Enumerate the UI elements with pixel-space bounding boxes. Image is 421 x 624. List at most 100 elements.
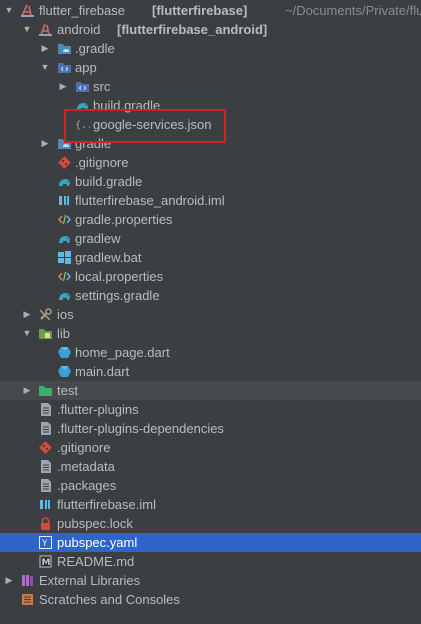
gradle-elephant-icon bbox=[57, 231, 72, 246]
tree-row-external-libraries[interactable]: ▶ External Libraries bbox=[0, 571, 421, 590]
android-name: android bbox=[57, 22, 101, 37]
text-file-icon bbox=[38, 421, 53, 436]
tree-row-pubspec-yaml[interactable]: Y pubspec.yaml bbox=[0, 533, 421, 552]
tree-row-android-gitignore[interactable]: .gitignore bbox=[0, 153, 421, 172]
item-label: home_page.dart bbox=[75, 345, 170, 360]
source-folder-icon bbox=[75, 79, 90, 94]
windows-icon bbox=[57, 250, 72, 265]
project-name: flutter_firebase bbox=[39, 3, 125, 18]
tree-row-gradlew-bat[interactable]: gradlew.bat bbox=[0, 248, 421, 267]
highlight-box bbox=[64, 109, 226, 143]
tree-row-scratches[interactable]: Scratches and Consoles bbox=[0, 590, 421, 609]
tree-row-lib[interactable]: ▼ lib bbox=[0, 324, 421, 343]
tree-row-src[interactable]: ▶ src bbox=[0, 77, 421, 96]
item-label: .flutter-plugins-dependencies bbox=[57, 421, 224, 436]
package-folder-icon bbox=[38, 326, 53, 341]
item-label: .packages bbox=[57, 478, 117, 493]
item-label: main.dart bbox=[75, 364, 130, 379]
tree-row-gradle-dir[interactable]: ▶ .gradle bbox=[0, 39, 421, 58]
properties-file-icon bbox=[57, 212, 72, 227]
yaml-file-icon: Y bbox=[38, 535, 53, 550]
item-label: pubspec.lock bbox=[57, 516, 133, 531]
item-label: .metadata bbox=[57, 459, 115, 474]
item-label: README.md bbox=[57, 554, 135, 569]
collapsed-arrow-icon[interactable]: ▶ bbox=[39, 39, 51, 58]
item-label: build.gradle bbox=[75, 174, 143, 189]
java-module-icon bbox=[38, 22, 53, 37]
expand-arrow-icon[interactable]: ▼ bbox=[21, 324, 33, 343]
text-file-icon bbox=[38, 478, 53, 493]
iml-file-icon bbox=[57, 193, 72, 208]
properties-file-icon bbox=[57, 269, 72, 284]
tree-row-settings-gradle[interactable]: settings.gradle bbox=[0, 286, 421, 305]
item-label: Scratches and Consoles bbox=[39, 592, 180, 607]
module-folder-icon bbox=[20, 3, 35, 18]
tools-icon bbox=[38, 307, 53, 322]
collapsed-arrow-icon[interactable]: ▶ bbox=[57, 77, 69, 96]
tree-row-iml[interactable]: flutterfirebase.iml bbox=[0, 495, 421, 514]
tree-row-flutter-plugins[interactable]: .flutter-plugins bbox=[0, 400, 421, 419]
item-label: test bbox=[57, 383, 78, 398]
dart-file-icon bbox=[57, 345, 72, 360]
item-label: gradlew bbox=[75, 231, 121, 246]
item-label: pubspec.yaml bbox=[57, 535, 138, 550]
tree-row-home-page-dart[interactable]: home_page.dart bbox=[0, 343, 421, 362]
expand-arrow-icon[interactable]: ▼ bbox=[39, 58, 51, 77]
tree-row-ios[interactable]: ▶ ios bbox=[0, 305, 421, 324]
item-label: lib bbox=[57, 326, 71, 341]
tree-row-packages[interactable]: .packages bbox=[0, 476, 421, 495]
collapsed-arrow-icon[interactable]: ▶ bbox=[3, 571, 15, 590]
module-folder-icon bbox=[57, 60, 72, 75]
item-label: flutterfirebase.iml bbox=[57, 497, 156, 512]
tree-row-local-properties[interactable]: local.properties bbox=[0, 267, 421, 286]
tree-row-flutter-plugins-dependencies[interactable]: .flutter-plugins-dependencies bbox=[0, 419, 421, 438]
text-file-icon bbox=[38, 402, 53, 417]
markdown-file-icon: M bbox=[38, 554, 53, 569]
item-label: .flutter-plugins bbox=[57, 402, 139, 417]
gradle-elephant-icon bbox=[57, 288, 72, 303]
iml-file-icon bbox=[38, 497, 53, 512]
gradle-elephant-icon bbox=[57, 174, 72, 189]
library-icon bbox=[20, 573, 35, 588]
expand-arrow-icon[interactable]: ▼ bbox=[3, 1, 15, 20]
item-label: .gitignore bbox=[75, 155, 129, 170]
item-label: gradle.properties bbox=[75, 212, 173, 227]
project-module: [flutterfirebase] bbox=[152, 3, 248, 18]
tree-row-project-root[interactable]: ▼ flutter_firebase [flutterfirebase] ~/D… bbox=[0, 1, 421, 20]
svg-text:Y: Y bbox=[42, 539, 48, 549]
tree-row-android[interactable]: ▼ android [flutterfirebase_android] bbox=[0, 20, 421, 39]
item-label: flutterfirebase_android.iml bbox=[75, 193, 225, 208]
item-label: gradlew.bat bbox=[75, 250, 142, 265]
svg-text:M: M bbox=[42, 558, 51, 568]
tree-row-main-dart[interactable]: main.dart bbox=[0, 362, 421, 381]
item-label: app bbox=[75, 60, 97, 75]
scratches-icon bbox=[20, 592, 35, 607]
collapsed-arrow-icon[interactable]: ▶ bbox=[39, 134, 51, 153]
tree-row-android-iml[interactable]: flutterfirebase_android.iml bbox=[0, 191, 421, 210]
item-label: src bbox=[93, 79, 111, 94]
tree-row-gradle-properties[interactable]: gradle.properties bbox=[0, 210, 421, 229]
project-path: ~/Documents/Private/flutter_firebase bbox=[285, 3, 421, 18]
item-label: .gradle bbox=[75, 41, 115, 56]
git-icon bbox=[38, 440, 53, 455]
tree-row-app[interactable]: ▼ app bbox=[0, 58, 421, 77]
item-label: settings.gradle bbox=[75, 288, 160, 303]
collapsed-arrow-icon[interactable]: ▶ bbox=[21, 305, 33, 324]
tree-row-test[interactable]: ▶ test bbox=[0, 381, 421, 400]
tree-row-gradlew[interactable]: gradlew bbox=[0, 229, 421, 248]
folder-icon bbox=[57, 41, 72, 56]
item-label: ios bbox=[57, 307, 74, 322]
tree-row-pubspec-lock[interactable]: pubspec.lock bbox=[0, 514, 421, 533]
expand-arrow-icon[interactable]: ▼ bbox=[21, 20, 33, 39]
item-label: .gitignore bbox=[57, 440, 111, 455]
tree-row-metadata[interactable]: .metadata bbox=[0, 457, 421, 476]
tree-row-build-gradle[interactable]: build.gradle bbox=[0, 172, 421, 191]
item-label: local.properties bbox=[75, 269, 164, 284]
tree-row-gitignore[interactable]: .gitignore bbox=[0, 438, 421, 457]
item-label: External Libraries bbox=[39, 573, 141, 588]
text-file-icon bbox=[38, 459, 53, 474]
android-module: [flutterfirebase_android] bbox=[117, 22, 268, 37]
project-tree[interactable]: ▼ flutter_firebase [flutterfirebase] ~/D… bbox=[0, 0, 421, 624]
tree-row-readme[interactable]: M README.md bbox=[0, 552, 421, 571]
collapsed-arrow-icon[interactable]: ▶ bbox=[21, 381, 33, 400]
